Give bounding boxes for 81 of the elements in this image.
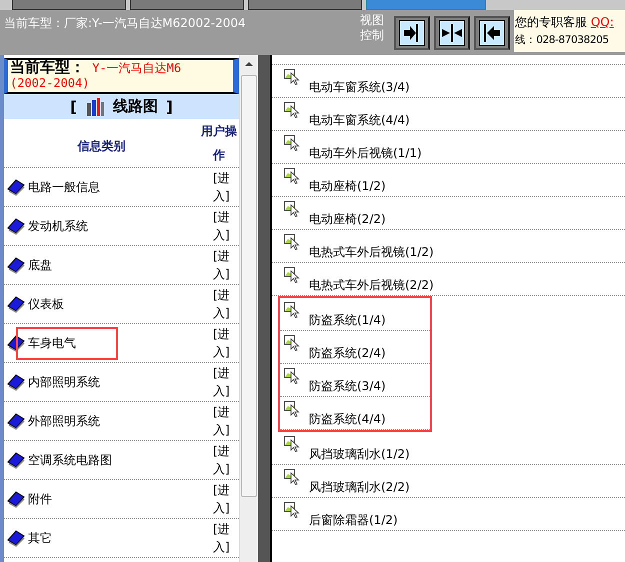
model-years: (2002-2004) <box>10 76 90 90</box>
view-layout-button[interactable] <box>394 16 430 50</box>
category-link[interactable]: 电路一般信息 <box>28 172 100 202</box>
enter-link[interactable]: [进入] <box>213 169 235 205</box>
book-icon <box>6 256 26 274</box>
view-layout-button[interactable] <box>474 16 510 50</box>
image-cursor-icon <box>284 368 301 384</box>
diagram-link[interactable]: 电动座椅(1/2) <box>301 164 386 196</box>
diagram-link[interactable]: 电动车窗系统(4/4) <box>301 98 410 130</box>
image-cursor-icon <box>284 436 301 452</box>
book-icon <box>6 412 26 430</box>
image-cursor-icon <box>284 201 301 217</box>
diagram-link[interactable]: 防盗系统(1/4) <box>301 298 386 330</box>
diagram-link[interactable]: 电动车窗系统(3/4) <box>301 65 410 97</box>
book-icon <box>6 334 26 352</box>
diagram-link[interactable]: 防盗系统(3/4) <box>301 364 386 396</box>
scrollbar-thumb[interactable] <box>241 75 257 497</box>
diagram-link[interactable]: 风挡玻璃刮水(1/2) <box>301 432 410 464</box>
category-link[interactable]: 空调系统电路图 <box>28 446 112 474</box>
scrollbar[interactable] <box>239 55 258 562</box>
book-icon <box>6 451 26 469</box>
diagram-link[interactable]: 风挡玻璃刮水(2/2) <box>301 465 410 497</box>
phone-number: 线：028-87038205 <box>515 33 610 48</box>
image-cursor-icon <box>284 69 301 85</box>
enter-link[interactable]: [进入] <box>213 286 235 322</box>
enter-link[interactable]: [进入] <box>213 442 235 478</box>
books-icon <box>85 96 105 116</box>
bracket-open: [ <box>70 98 77 116</box>
model-name: Y-一汽马自达M6 <box>92 61 182 75</box>
book-icon <box>6 529 26 547</box>
column-header: 信息类别 <box>76 138 126 154</box>
view-layout-button[interactable] <box>434 16 470 50</box>
support-label: 您的专职客服 <box>515 15 587 29</box>
enter-link[interactable]: [进入] <box>213 403 235 439</box>
diagram-link[interactable]: 电动座椅(2/2) <box>301 197 386 229</box>
enter-link[interactable]: [进入] <box>213 520 235 556</box>
enter-link[interactable]: [进入] <box>213 208 235 244</box>
category-link[interactable]: 附件 <box>28 484 52 514</box>
toolbar-tab[interactable] <box>12 0 126 10</box>
image-cursor-icon <box>284 168 301 184</box>
category-link[interactable]: 车身电气 <box>18 328 116 358</box>
diagram-link[interactable]: 防盗系统(4/4) <box>301 397 386 429</box>
book-icon <box>6 490 26 508</box>
image-cursor-icon <box>284 335 301 351</box>
book-icon <box>6 217 26 235</box>
toolbar-tab[interactable] <box>248 0 362 10</box>
diagram-link[interactable]: 防盗系统(2/4) <box>301 331 386 363</box>
category-link[interactable]: 内部照明系统 <box>28 368 100 396</box>
image-cursor-icon <box>284 234 301 250</box>
book-icon <box>6 178 26 196</box>
arrows-inward-icon <box>440 21 464 45</box>
diagram-link[interactable]: 电热式车外后视镜(1/2) <box>301 230 434 262</box>
image-cursor-icon <box>284 135 301 151</box>
image-cursor-icon <box>284 401 301 417</box>
image-cursor-icon <box>284 267 301 283</box>
toolbar-tab[interactable] <box>130 0 244 10</box>
qq-link[interactable]: QQ: <box>590 15 614 29</box>
category-link[interactable]: 外部照明系统 <box>28 406 100 436</box>
book-icon <box>6 373 26 391</box>
category-link[interactable]: 其它 <box>28 524 52 552</box>
enter-link[interactable]: [进入] <box>213 247 235 283</box>
view-control-label: 视图控制 <box>359 12 385 43</box>
current-model-label: 当前车型：厂家:Y-一汽马自达M62002-2004 <box>3 15 247 32</box>
bracket-close: ] <box>166 98 173 116</box>
book-icon <box>6 295 26 313</box>
diagram-link[interactable]: 电动车外后视镜(1/1) <box>301 131 422 163</box>
diagram-link[interactable]: 电热式车外后视镜(2/2) <box>301 263 434 295</box>
category-link[interactable]: 仪表板 <box>28 290 64 318</box>
category-link[interactable]: 底盘 <box>28 250 52 280</box>
image-cursor-icon <box>284 502 301 518</box>
section-title: 线路图 <box>113 97 158 116</box>
image-cursor-icon <box>284 302 301 318</box>
enter-link[interactable]: [进入] <box>213 481 235 517</box>
image-cursor-icon <box>284 102 301 118</box>
category-link[interactable]: 发动机系统 <box>28 212 88 240</box>
enter-link[interactable]: [进入] <box>213 364 235 400</box>
enter-link[interactable]: [进入] <box>213 325 235 361</box>
diagram-link[interactable]: 后窗除霜器(1/2) <box>301 498 398 530</box>
column-header: 用户操作 <box>200 123 238 164</box>
image-cursor-icon <box>284 469 301 485</box>
current-model-title: 当前车型： <box>10 58 85 76</box>
